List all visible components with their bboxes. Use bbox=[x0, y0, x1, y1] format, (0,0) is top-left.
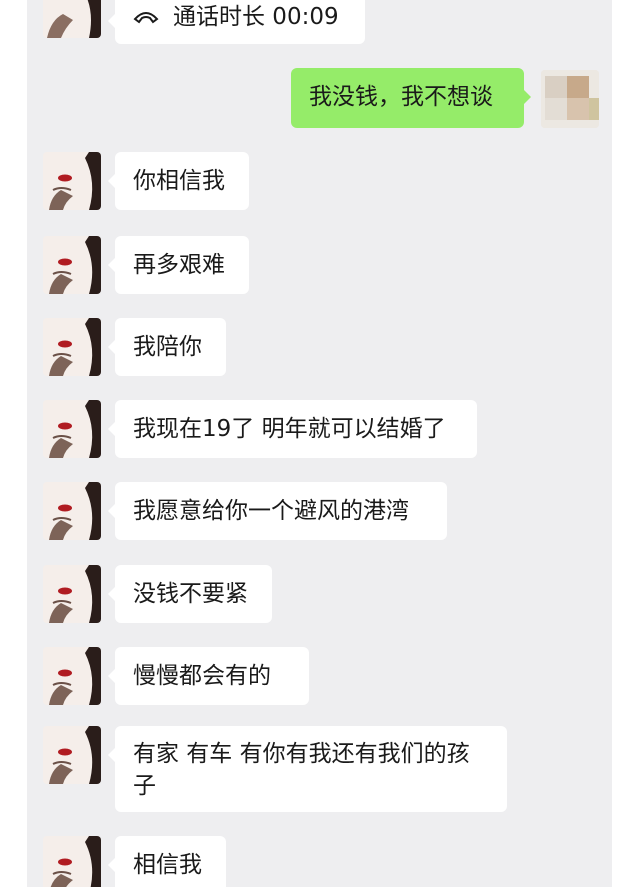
message-text: 没钱不要紧 bbox=[133, 581, 248, 607]
message-text: 有家 有车 有你有我还有我们的孩子 bbox=[133, 741, 470, 799]
message-row: 没钱不要紧 bbox=[27, 565, 612, 627]
message-bubble-incoming[interactable]: 我现在19了 明年就可以结婚了 bbox=[108, 400, 477, 458]
message-text: 你相信我 bbox=[133, 168, 225, 194]
chat-area: 通话时长 00:09 我没钱，我不想谈 你相信我 再多艰难 我陪你 我现在19了… bbox=[27, 0, 612, 887]
message-bubble-incoming[interactable]: 相信我 bbox=[108, 836, 226, 887]
contact-avatar[interactable] bbox=[43, 400, 101, 458]
contact-avatar[interactable] bbox=[43, 0, 101, 38]
contact-avatar[interactable] bbox=[43, 318, 101, 376]
message-row: 我现在19了 明年就可以结婚了 bbox=[27, 400, 612, 462]
message-row: 我没钱，我不想谈 bbox=[27, 68, 612, 132]
contact-avatar[interactable] bbox=[43, 647, 101, 705]
message-bubble-incoming[interactable]: 没钱不要紧 bbox=[108, 565, 272, 623]
call-record-bubble[interactable]: 通话时长 00:09 bbox=[108, 0, 365, 44]
contact-avatar[interactable] bbox=[43, 152, 101, 210]
contact-avatar[interactable] bbox=[43, 565, 101, 623]
message-row: 慢慢都会有的 bbox=[27, 647, 612, 709]
message-bubble-incoming[interactable]: 我愿意给你一个避风的港湾 bbox=[108, 482, 447, 540]
message-row: 我愿意给你一个避风的港湾 bbox=[27, 482, 612, 544]
message-bubble-incoming[interactable]: 我陪你 bbox=[108, 318, 226, 376]
message-text: 慢慢都会有的 bbox=[133, 663, 271, 689]
message-row: 有家 有车 有你有我还有我们的孩子 bbox=[27, 726, 612, 816]
message-text: 相信我 bbox=[133, 852, 202, 878]
message-bubble-incoming[interactable]: 慢慢都会有的 bbox=[108, 647, 309, 705]
message-row: 你相信我 bbox=[27, 152, 612, 214]
message-row: 我陪你 bbox=[27, 318, 612, 380]
my-avatar[interactable] bbox=[541, 70, 599, 128]
contact-avatar[interactable] bbox=[43, 236, 101, 294]
contact-avatar[interactable] bbox=[43, 482, 101, 540]
message-text: 我陪你 bbox=[133, 334, 202, 360]
message-row: 相信我 bbox=[27, 836, 612, 887]
message-bubble-incoming[interactable]: 有家 有车 有你有我还有我们的孩子 bbox=[108, 726, 507, 812]
message-text: 再多艰难 bbox=[133, 252, 225, 278]
message-text: 我愿意给你一个避风的港湾 bbox=[133, 498, 409, 524]
message-bubble-incoming[interactable]: 再多艰难 bbox=[108, 236, 249, 294]
contact-avatar[interactable] bbox=[43, 726, 101, 784]
message-text: 我现在19了 明年就可以结婚了 bbox=[133, 416, 446, 442]
message-row: 通话时长 00:09 bbox=[27, 0, 612, 50]
call-record-label: 通话时长 00:09 bbox=[173, 4, 339, 30]
message-bubble-incoming[interactable]: 你相信我 bbox=[108, 152, 249, 210]
message-row: 再多艰难 bbox=[27, 236, 612, 298]
message-text: 我没钱，我不想谈 bbox=[309, 84, 493, 110]
phone-icon bbox=[133, 3, 159, 33]
message-bubble-outgoing[interactable]: 我没钱，我不想谈 bbox=[291, 68, 531, 128]
contact-avatar[interactable] bbox=[43, 836, 101, 887]
